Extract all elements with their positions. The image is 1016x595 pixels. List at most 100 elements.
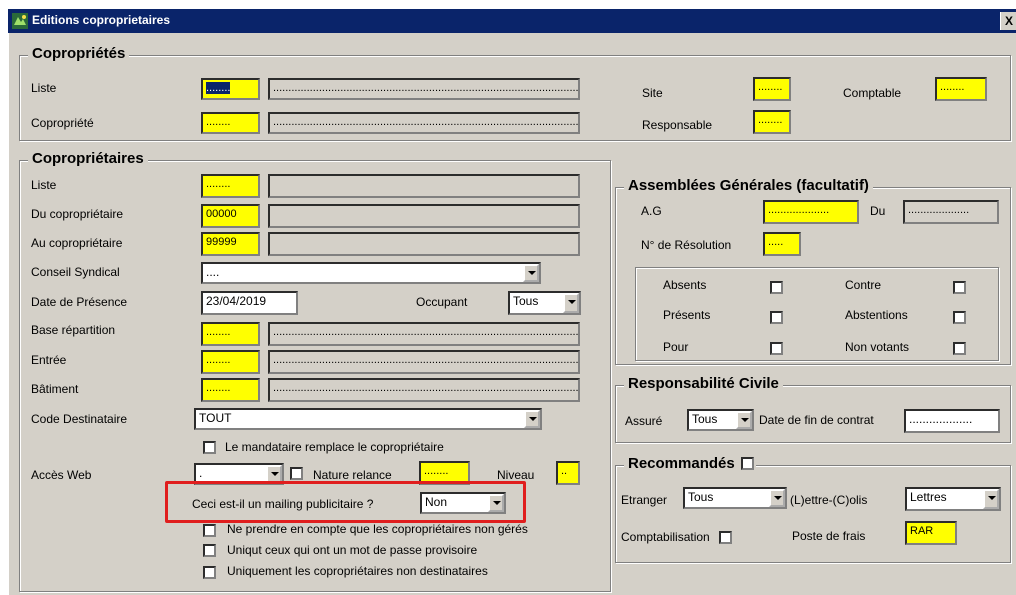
mandataire-label: Le mandataire remplace le copropriétaire bbox=[225, 440, 444, 454]
site-field[interactable]: ........ bbox=[753, 77, 791, 101]
du-coproprietaire-desc bbox=[268, 204, 580, 228]
chevron-down-icon[interactable] bbox=[983, 489, 999, 509]
assure-label: Assuré bbox=[625, 414, 663, 428]
mot-de-passe-label: Uniqut ceux qui ont un mot de passe prov… bbox=[227, 543, 478, 557]
lettre-colis-select[interactable]: Lettres bbox=[905, 487, 1001, 511]
comptable-label: Comptable bbox=[843, 86, 902, 100]
select-value: Lettres bbox=[910, 490, 947, 504]
copropriete-label: Copropriété bbox=[31, 116, 94, 130]
select-value: TOUT bbox=[199, 411, 232, 425]
recommandes-checkbox[interactable] bbox=[740, 457, 754, 470]
code-destinataire-select[interactable]: TOUT bbox=[194, 408, 542, 430]
ag-du-field: .................... bbox=[903, 200, 999, 224]
select-value: Tous bbox=[692, 412, 718, 426]
non-destinataires-label: Uniquement les copropriétaires non desti… bbox=[227, 564, 488, 578]
batiment-field[interactable]: ........ bbox=[201, 378, 260, 402]
coprop-liste-label: Liste bbox=[31, 178, 57, 192]
chevron-down-icon[interactable] bbox=[524, 410, 540, 428]
window-title: Editions coproprietaires bbox=[32, 13, 171, 27]
liste-label: Liste bbox=[31, 81, 57, 95]
non-votants-checkbox[interactable] bbox=[953, 342, 966, 355]
base-repartition-label: Base répartition bbox=[31, 323, 116, 337]
base-repartition-field[interactable]: ........ bbox=[201, 322, 260, 346]
presents-checkbox[interactable] bbox=[770, 311, 783, 324]
assure-select[interactable]: Tous bbox=[687, 409, 754, 431]
copropriete-desc: ........................................… bbox=[268, 112, 580, 134]
title-bar[interactable]: Editions coproprietaires X bbox=[8, 9, 1016, 33]
niveau-field[interactable]: .. bbox=[556, 461, 580, 485]
au-coproprietaire-label: Au copropriétaire bbox=[31, 236, 123, 250]
highlight-box bbox=[165, 481, 526, 523]
app-icon bbox=[12, 13, 28, 29]
group-title: Responsabilité Civile bbox=[624, 375, 783, 393]
abstentions-label: Abstentions bbox=[845, 308, 908, 322]
presents-label: Présents bbox=[663, 308, 711, 322]
group-title: Recommandés bbox=[624, 455, 756, 473]
conseil-syndical-label: Conseil Syndical bbox=[31, 265, 120, 279]
non-destinataires-checkbox[interactable] bbox=[203, 566, 216, 579]
ag-field[interactable]: .................... bbox=[763, 200, 859, 224]
field-value: ........ bbox=[206, 82, 231, 94]
au-coproprietaire-field[interactable]: 99999 bbox=[201, 232, 260, 256]
copro-liste-desc: ........................................… bbox=[268, 78, 580, 100]
chevron-down-icon[interactable] bbox=[769, 489, 785, 507]
comptabilisation-checkbox[interactable] bbox=[719, 531, 732, 544]
pour-label: Pour bbox=[663, 340, 689, 354]
pour-checkbox[interactable] bbox=[770, 342, 783, 355]
mot-de-passe-checkbox[interactable] bbox=[203, 544, 216, 557]
chevron-down-icon[interactable] bbox=[563, 293, 579, 313]
date-presence-label: Date de Présence bbox=[31, 295, 128, 309]
absents-checkbox[interactable] bbox=[770, 281, 783, 294]
select-value: . bbox=[199, 466, 203, 480]
au-coproprietaire-desc bbox=[268, 232, 580, 256]
date-presence-field[interactable]: 23/04/2019 bbox=[201, 291, 298, 315]
resolution-field[interactable]: ..... bbox=[763, 232, 801, 256]
non-votants-label: Non votants bbox=[845, 340, 910, 354]
occupant-select[interactable]: Tous bbox=[508, 291, 581, 315]
abstentions-checkbox[interactable] bbox=[953, 311, 966, 324]
mandataire-checkbox[interactable] bbox=[203, 441, 216, 454]
acces-web-checkbox[interactable] bbox=[290, 467, 303, 480]
coprop-liste-desc bbox=[268, 174, 580, 198]
lettre-colis-label: (L)ettre-(C)olis bbox=[790, 493, 868, 507]
code-destinataire-label: Code Destinataire bbox=[31, 412, 128, 426]
etranger-label: Etranger bbox=[621, 493, 668, 507]
group-title-text: Recommandés bbox=[628, 455, 735, 472]
acces-web-label: Accès Web bbox=[31, 468, 92, 482]
chevron-down-icon[interactable] bbox=[523, 264, 539, 282]
occupant-label: Occupant bbox=[416, 295, 468, 309]
select-value: Tous bbox=[513, 294, 539, 308]
etranger-select[interactable]: Tous bbox=[683, 487, 787, 509]
resolution-label: N° de Résolution bbox=[641, 238, 732, 252]
du-coproprietaire-field[interactable]: 00000 bbox=[201, 204, 260, 228]
coprop-liste-field[interactable]: ........ bbox=[201, 174, 260, 198]
copro-liste-field[interactable]: ........ bbox=[201, 78, 260, 100]
contre-label: Contre bbox=[845, 278, 882, 292]
du-coproprietaire-label: Du copropriétaire bbox=[31, 207, 124, 221]
comptable-field[interactable]: ........ bbox=[935, 77, 987, 101]
date-fin-contrat-field[interactable]: ................... bbox=[904, 409, 1000, 433]
site-label: Site bbox=[642, 86, 663, 100]
non-geres-checkbox[interactable] bbox=[203, 524, 216, 537]
close-button[interactable]: X bbox=[1000, 12, 1016, 30]
group-title: Copropriétaires bbox=[28, 150, 148, 168]
date-fin-contrat-label: Date de fin de contrat bbox=[759, 413, 874, 427]
group-title: Copropriétés bbox=[28, 45, 130, 63]
du-label: Du bbox=[870, 204, 886, 218]
copropriete-field[interactable]: ........ bbox=[201, 112, 260, 134]
entree-field[interactable]: ........ bbox=[201, 350, 260, 374]
batiment-label: Bâtiment bbox=[31, 382, 79, 396]
poste-frais-label: Poste de frais bbox=[792, 529, 866, 543]
comptabilisation-label: Comptabilisation bbox=[621, 530, 710, 544]
poste-frais-field[interactable]: RAR bbox=[905, 521, 957, 545]
select-value: .... bbox=[206, 265, 220, 279]
entree-label: Entrée bbox=[31, 353, 67, 367]
entree-desc: ........................................… bbox=[268, 350, 580, 374]
conseil-syndical-select[interactable]: .... bbox=[201, 262, 541, 284]
group-title: Assemblées Générales (facultatif) bbox=[624, 177, 873, 195]
responsable-field[interactable]: ........ bbox=[753, 110, 791, 134]
recommandes-group: Recommandés bbox=[615, 455, 1011, 563]
contre-checkbox[interactable] bbox=[953, 281, 966, 294]
chevron-down-icon[interactable] bbox=[736, 411, 752, 429]
batiment-desc: ........................................… bbox=[268, 378, 580, 402]
